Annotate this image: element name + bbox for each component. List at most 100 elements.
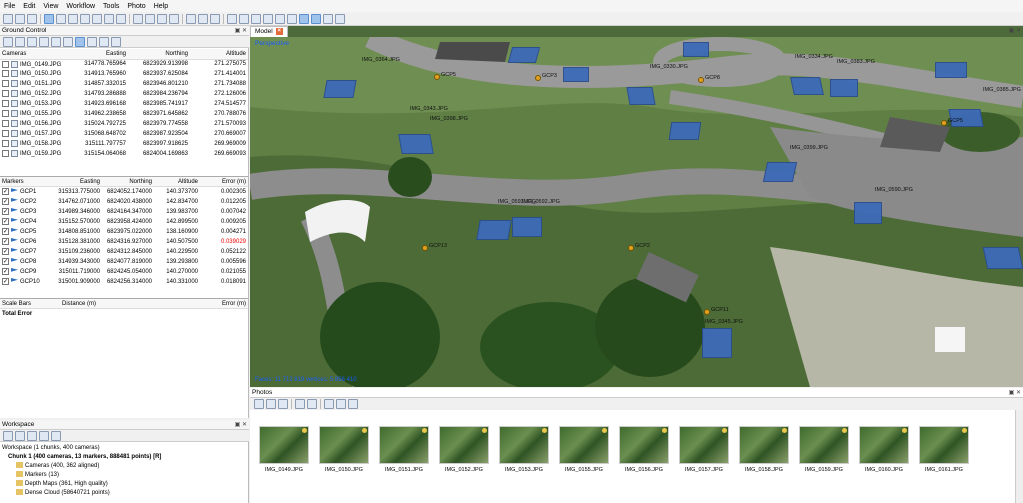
column-header[interactable]: Markers bbox=[0, 176, 52, 187]
resize-region-icon[interactable] bbox=[104, 13, 114, 24]
rectangle-selection-icon[interactable] bbox=[56, 13, 66, 24]
tree-item-cameras[interactable]: Cameras (400, 362 aligned) bbox=[2, 462, 161, 471]
wireframe-model-icon[interactable] bbox=[275, 13, 285, 24]
camera-plane[interactable] bbox=[935, 62, 967, 78]
checkbox[interactable]: ✓ bbox=[2, 207, 9, 215]
view-errors-icon[interactable] bbox=[99, 36, 109, 47]
textured-model-icon[interactable] bbox=[287, 13, 297, 24]
photo-thumbnail[interactable]: IMG_0158.JPG bbox=[734, 426, 794, 473]
photo-thumbnail[interactable]: IMG_0156.JPG bbox=[614, 426, 674, 473]
update-icon[interactable] bbox=[39, 36, 49, 47]
table-row[interactable]: IMG_0149.JPG 314778.765964 6823929.913998 2… bbox=[0, 59, 248, 69]
add-photos-icon[interactable] bbox=[15, 430, 25, 441]
optimize-cameras-icon[interactable] bbox=[27, 36, 37, 47]
table-row[interactable]: ✓ GCP1 315313.775000 6824052.174000 140.3737… bbox=[0, 187, 248, 197]
column-header[interactable]: Cameras bbox=[0, 49, 70, 60]
circle-selection-icon[interactable] bbox=[68, 13, 78, 24]
table-row[interactable]: ✓ GCP5 314808.851000 6823975.022000 138.1609… bbox=[0, 227, 248, 237]
add-chunk-icon[interactable] bbox=[3, 430, 13, 441]
checkbox[interactable] bbox=[2, 120, 9, 128]
column-header[interactable]: Northing bbox=[128, 49, 190, 60]
checkbox[interactable]: ✓ bbox=[2, 247, 9, 255]
disable-camera-icon[interactable] bbox=[266, 399, 276, 409]
disable-items-icon[interactable] bbox=[51, 430, 61, 441]
menu-tools[interactable]: Tools bbox=[99, 3, 123, 10]
menu-workflow[interactable]: Workflow bbox=[62, 3, 99, 10]
camera-plane[interactable] bbox=[702, 328, 732, 358]
table-row[interactable]: IMG_0155.JPG 314962.238658 6823971.645862 2… bbox=[0, 109, 248, 119]
table-row[interactable]: IMG_0152.JPG 314793.286888 6823984.236794 2… bbox=[0, 89, 248, 99]
free-form-selection-icon[interactable] bbox=[80, 13, 90, 24]
rotate-region-icon[interactable] bbox=[116, 13, 126, 24]
redo-icon[interactable] bbox=[169, 13, 179, 24]
remove-camera-icon[interactable] bbox=[278, 399, 288, 409]
settings-icon[interactable] bbox=[63, 36, 73, 47]
dock-close-icon[interactable]: ▣ ✕ bbox=[235, 26, 247, 36]
checkbox[interactable]: ✓ bbox=[2, 188, 9, 196]
photos-scrollbar[interactable] bbox=[1015, 410, 1023, 503]
camera-plane[interactable] bbox=[762, 162, 798, 182]
table-row[interactable]: IMG_0156.JPG 315024.792725 6823979.774558 2… bbox=[0, 119, 248, 129]
export-icon[interactable] bbox=[15, 36, 25, 47]
transform-icon[interactable] bbox=[111, 36, 121, 47]
checkbox[interactable]: ✓ bbox=[2, 257, 9, 265]
dense-cloud-icon[interactable] bbox=[239, 13, 249, 24]
model-viewport[interactable]: Perspective IMG_0364.JPG IMG_0330.JPG IM… bbox=[250, 37, 1023, 387]
column-header[interactable]: Scale Bars bbox=[0, 298, 60, 309]
photo-thumbnail[interactable]: IMG_0161.JPG bbox=[914, 426, 974, 473]
open-project-icon[interactable] bbox=[15, 13, 25, 24]
camera-plane[interactable] bbox=[512, 217, 542, 237]
gcp-marker-icon[interactable] bbox=[941, 120, 947, 126]
photo-thumbnail[interactable]: IMG_0159.JPG bbox=[794, 426, 854, 473]
camera-plane[interactable] bbox=[790, 77, 824, 95]
view-source-icon[interactable] bbox=[75, 36, 85, 47]
gcp-marker-icon[interactable] bbox=[434, 74, 440, 80]
import-icon[interactable] bbox=[3, 36, 13, 47]
checkbox[interactable]: ✓ bbox=[2, 277, 9, 285]
zoom-in-icon[interactable] bbox=[186, 13, 196, 24]
table-row[interactable]: IMG_0150.JPG 314913.765960 6823937.625084 2… bbox=[0, 69, 248, 79]
gcp-marker-icon[interactable] bbox=[422, 245, 428, 251]
table-row[interactable]: ✓ GCP8 314939.343000 6824077.819000 139.2938… bbox=[0, 257, 248, 267]
camera-plane[interactable] bbox=[507, 47, 541, 63]
camera-plane[interactable] bbox=[982, 247, 1023, 269]
checkbox[interactable]: ✓ bbox=[2, 197, 9, 205]
view-options-icon[interactable] bbox=[348, 399, 358, 409]
table-row[interactable]: ✓ GCP2 314762.071000 6824020.438000 142.8347… bbox=[0, 197, 248, 207]
checkbox[interactable] bbox=[2, 110, 9, 118]
column-header[interactable]: Northing bbox=[102, 176, 154, 187]
show-markers-icon[interactable] bbox=[311, 13, 321, 24]
checkbox[interactable] bbox=[2, 60, 9, 68]
move-region-icon[interactable] bbox=[92, 13, 102, 24]
enable-camera-icon[interactable] bbox=[254, 399, 264, 409]
photo-thumbnail[interactable]: IMG_0157.JPG bbox=[674, 426, 734, 473]
camera-plane[interactable] bbox=[398, 134, 434, 154]
gcp-marker-icon[interactable] bbox=[628, 245, 634, 251]
column-header[interactable]: Easting bbox=[52, 176, 102, 187]
photo-thumbnail[interactable]: IMG_0153.JPG bbox=[494, 426, 554, 473]
rotate-left-icon[interactable] bbox=[295, 399, 305, 409]
camera-plane[interactable] bbox=[323, 80, 357, 98]
checkbox[interactable] bbox=[2, 70, 9, 78]
shaded-model-icon[interactable] bbox=[251, 13, 261, 24]
tab-model[interactable]: Model × bbox=[250, 26, 288, 37]
photo-thumbnail[interactable]: IMG_0152.JPG bbox=[434, 426, 494, 473]
zoom-out-icon[interactable] bbox=[198, 13, 208, 24]
view-estimated-icon[interactable] bbox=[87, 36, 97, 47]
tree-item-markers[interactable]: Markers (13) bbox=[2, 471, 161, 480]
gcp-marker-icon[interactable] bbox=[704, 309, 710, 315]
camera-plane[interactable] bbox=[854, 202, 882, 224]
table-row[interactable]: IMG_0151.JPG 314857.332015 6823946.801210 2… bbox=[0, 79, 248, 89]
menu-file[interactable]: File bbox=[0, 3, 19, 10]
column-header[interactable]: Error (m) bbox=[140, 298, 248, 309]
table-row[interactable]: IMG_0153.JPG 314923.696168 6823985.741917 2… bbox=[0, 99, 248, 109]
enable-items-icon[interactable] bbox=[39, 430, 49, 441]
table-row[interactable]: ✓ GCP3 314989.346000 6824164.347000 139.9837… bbox=[0, 207, 248, 217]
solid-model-icon[interactable] bbox=[263, 13, 273, 24]
table-row[interactable]: IMG_0157.JPG 315068.648702 6823987.923504 2… bbox=[0, 129, 248, 139]
column-header[interactable]: Distance (m) bbox=[60, 298, 140, 309]
column-header[interactable]: Altitude bbox=[190, 49, 248, 60]
reset-filter-icon[interactable] bbox=[324, 399, 334, 409]
photo-thumbnail[interactable]: IMG_0155.JPG bbox=[554, 426, 614, 473]
reset-icon[interactable] bbox=[51, 36, 61, 47]
